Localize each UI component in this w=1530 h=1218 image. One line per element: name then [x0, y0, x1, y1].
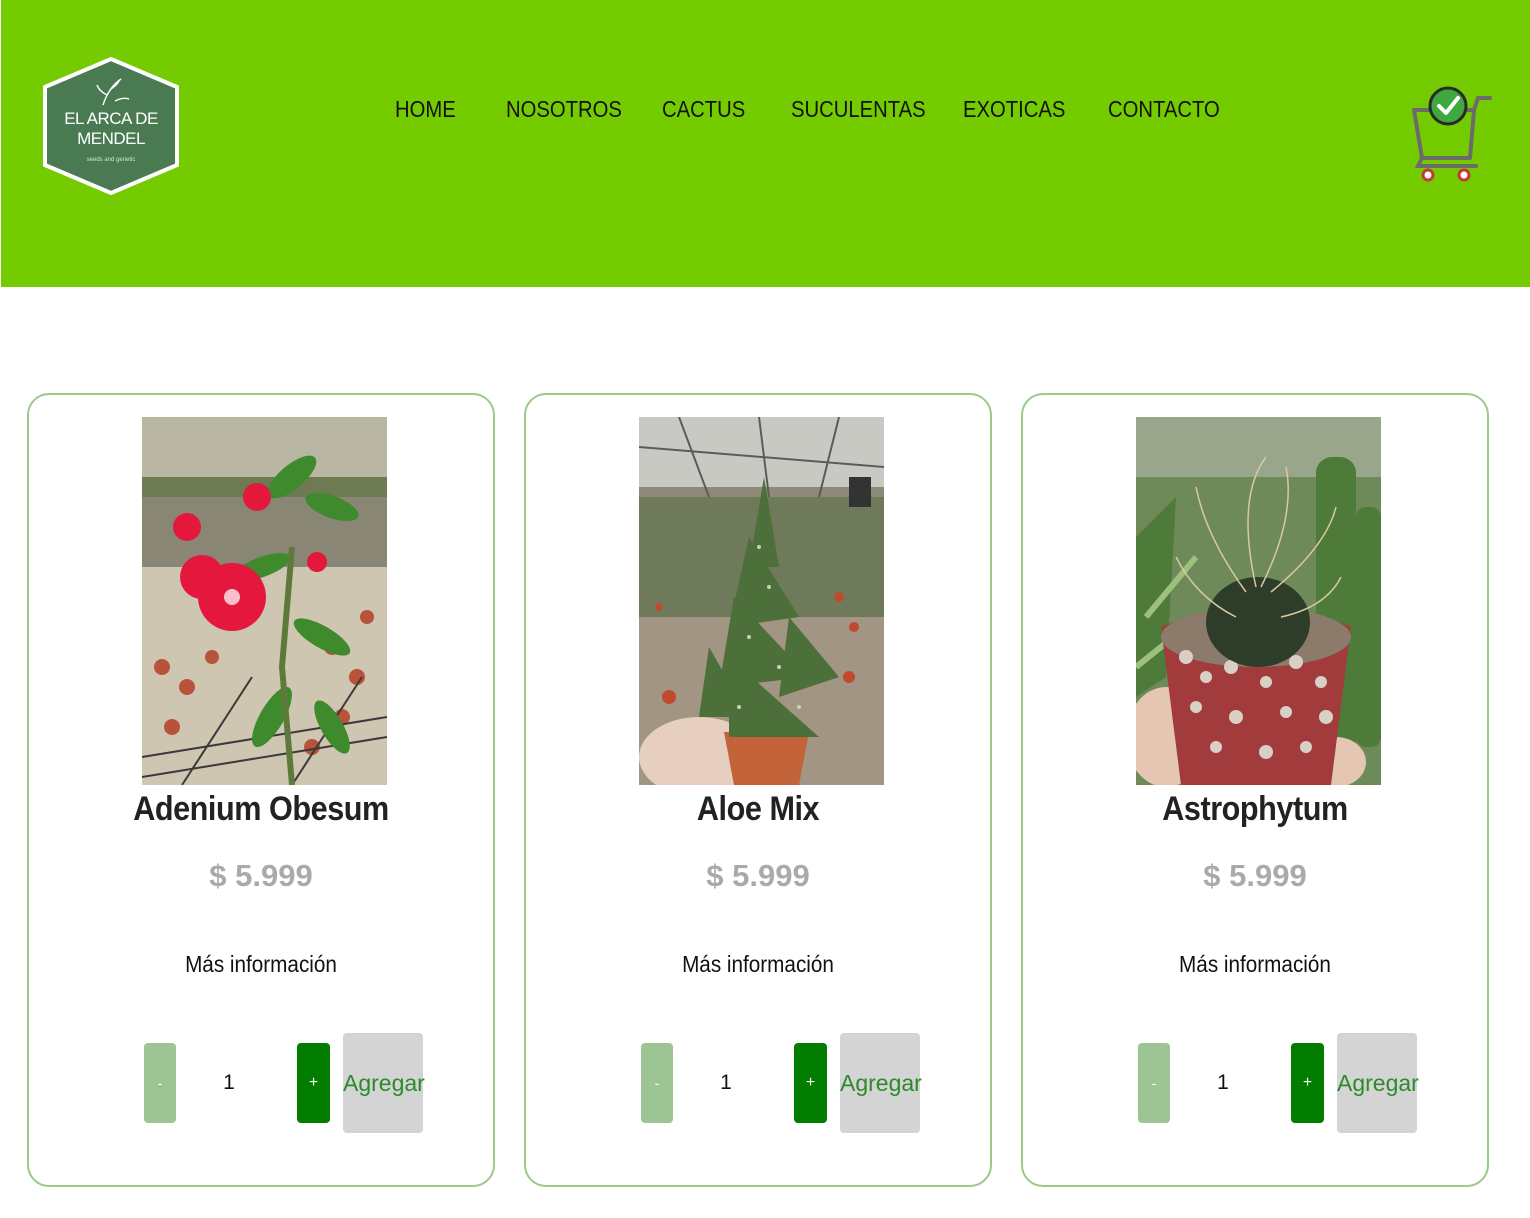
red-flower-plant-photo — [142, 417, 387, 785]
product-name: Adenium Obesum — [133, 790, 389, 828]
product-photo-astrophytum[interactable] — [1136, 417, 1381, 785]
more-info-link[interactable]: Más información — [52, 951, 470, 978]
increase-quantity-button[interactable]: + — [297, 1043, 330, 1123]
aloe-pot-photo — [639, 417, 884, 785]
decrease-quantity-button[interactable]: - — [1138, 1043, 1170, 1123]
product-card: Astrophytum $ 5.999 Más información - + … — [1021, 393, 1489, 1187]
decrease-quantity-button[interactable]: - — [144, 1043, 176, 1123]
brand-logo[interactable]: EL ARCA DE MENDEL seeds and genetic — [41, 57, 181, 195]
add-to-cart-button[interactable]: Agregar — [1337, 1033, 1419, 1133]
product-name: Astrophytum — [1162, 790, 1348, 828]
nav-nosotros[interactable]: NOSOTROS — [506, 96, 622, 123]
cart-button[interactable] — [1408, 80, 1492, 184]
product-photo-adenium[interactable] — [142, 417, 387, 785]
logo-line-1: EL ARCA DE — [64, 109, 158, 128]
shopping-cart-check-icon — [1412, 86, 1492, 182]
product-price: $ 5.999 — [209, 858, 313, 893]
site-header: EL ARCA DE MENDEL seeds and genetic HOME… — [1, 0, 1530, 287]
product-price: $ 5.999 — [1203, 858, 1307, 893]
product-price: $ 5.999 — [706, 858, 810, 893]
quantity-input[interactable] — [189, 1071, 269, 1095]
nav-suculentas[interactable]: SUCULENTAS — [791, 96, 926, 123]
quantity-input[interactable] — [686, 1071, 766, 1095]
nav-cactus[interactable]: CACTUS — [662, 96, 745, 123]
increase-quantity-button[interactable]: + — [1291, 1043, 1324, 1123]
cactus-pot-photo — [1136, 417, 1381, 785]
logo-line-2: MENDEL — [77, 129, 145, 148]
nav-contacto[interactable]: CONTACTO — [1108, 96, 1220, 123]
more-info-link[interactable]: Más información — [1046, 951, 1464, 978]
logo-text: EL ARCA DE MENDEL — [41, 109, 181, 149]
product-name: Aloe Mix — [696, 790, 820, 828]
add-to-cart-button[interactable]: Agregar — [840, 1033, 922, 1133]
increase-quantity-button[interactable]: + — [794, 1043, 827, 1123]
product-card: Adenium Obesum $ 5.999 Más información -… — [27, 393, 495, 1187]
more-info-link[interactable]: Más información — [549, 951, 967, 978]
nav-exoticas[interactable]: EXOTICAS — [963, 96, 1065, 123]
product-card: Aloe Mix $ 5.999 Más información - + Agr… — [524, 393, 992, 1187]
product-photo-aloe[interactable] — [639, 417, 884, 785]
nav-home[interactable]: HOME — [395, 96, 456, 123]
add-to-cart-button[interactable]: Agregar — [343, 1033, 425, 1133]
logo-tagline: seeds and genetic — [86, 157, 136, 163]
decrease-quantity-button[interactable]: - — [641, 1043, 673, 1123]
quantity-input[interactable] — [1183, 1071, 1263, 1095]
